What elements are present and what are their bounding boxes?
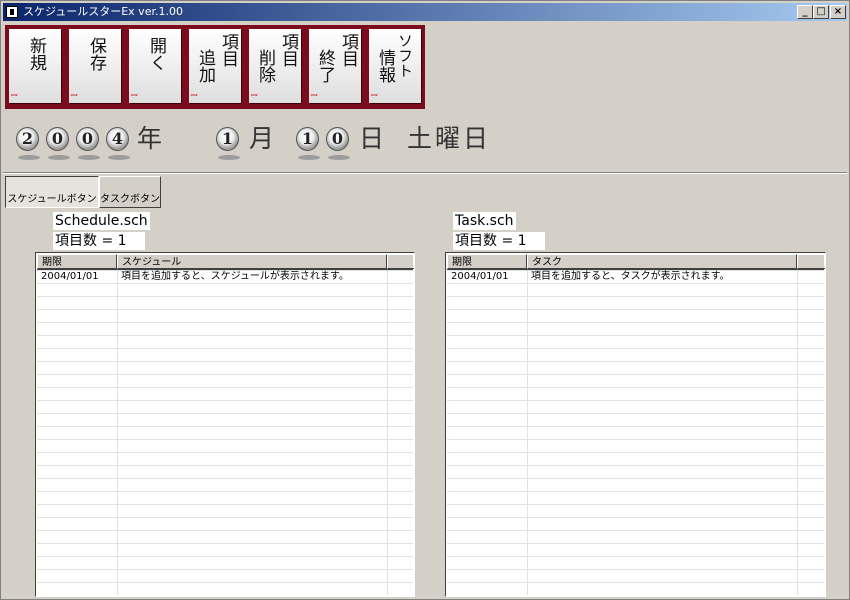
column-header-task[interactable]: タスク	[527, 254, 797, 269]
tab-schedule-label: スケジュールボタン	[7, 194, 97, 205]
year-digit: 0	[45, 125, 71, 160]
minimize-button[interactable]: _	[797, 5, 813, 19]
schedule-filename: Schedule.sch	[53, 212, 150, 230]
month-digit: 1	[215, 125, 241, 160]
column-divider	[387, 270, 388, 595]
tab-schedule[interactable]: スケジュールボタン	[5, 176, 99, 208]
task-list[interactable]: 期限 タスク 2004/01/01 項目を追加すると、タスクが表示されます。	[445, 252, 826, 597]
finish-item-button[interactable]: 項目 終了 ꟷ	[309, 29, 361, 103]
task-item-count: 項目数 = 1	[453, 232, 545, 250]
main-window: スケジュールスターEx ver.1.00 _ □ × 新規 ꟷ 保存 ꟷ 開く …	[0, 0, 850, 600]
year-digit: 2	[15, 125, 41, 160]
delete-item-button-line2: 削除	[255, 49, 275, 83]
column-divider	[527, 270, 528, 595]
task-row-deadline[interactable]: 2004/01/01	[447, 270, 531, 283]
year-digit: 4	[105, 125, 131, 160]
seal-icon: ꟷ	[11, 91, 18, 100]
column-divider	[117, 270, 118, 595]
tab-task-label: タスクボタン	[100, 194, 160, 205]
year-digit: 0	[75, 125, 101, 160]
task-list-header: 期限 タスク	[447, 254, 825, 270]
column-header-schedule[interactable]: スケジュール	[117, 254, 387, 269]
seal-icon: ꟷ	[311, 91, 318, 100]
task-list-body	[447, 270, 824, 595]
column-divider	[797, 270, 798, 595]
column-header-deadline[interactable]: 期限	[37, 254, 117, 269]
add-item-button-line1: 項目	[218, 33, 238, 67]
schedule-list[interactable]: 期限 スケジュール 2004/01/01 項目を追加すると、スケジュールが表示さ…	[35, 252, 415, 597]
day-digit: 0	[325, 125, 351, 160]
toolbar: 新規 ꟷ 保存 ꟷ 開く ꟷ 項目 追加 ꟷ 項目 削除 ꟷ 項目 終了 ꟷ ソ…	[5, 25, 425, 109]
task-filename: Task.sch	[453, 212, 516, 230]
schedule-list-header: 期限 スケジュール	[37, 254, 414, 270]
add-item-button-line2: 追加	[195, 49, 215, 83]
title-bar[interactable]: スケジュールスターEx ver.1.00 _ □ ×	[3, 3, 847, 21]
finish-item-button-line2: 終了	[315, 49, 335, 83]
schedule-row-text[interactable]: 項目を追加すると、スケジュールが表示されます。	[117, 270, 391, 283]
app-icon	[6, 6, 18, 18]
weekday: 土曜日	[407, 124, 492, 153]
delete-item-button[interactable]: 項目 削除 ꟷ	[249, 29, 301, 103]
task-row-text[interactable]: 項目を追加すると、タスクが表示されます。	[527, 270, 801, 283]
open-button-label: 開く	[146, 37, 166, 71]
add-item-button[interactable]: 項目 追加 ꟷ	[189, 29, 241, 103]
column-header-extra[interactable]	[387, 254, 414, 269]
date-display: 2 0 0 4 年 1 月 1 0 日 土曜日	[13, 125, 533, 165]
seal-icon: ꟷ	[71, 91, 78, 100]
seal-icon: ꟷ	[131, 91, 138, 100]
delete-item-button-line1: 項目	[278, 33, 298, 67]
seal-icon: ꟷ	[251, 91, 258, 100]
new-button[interactable]: 新規 ꟷ	[9, 29, 61, 103]
divider	[3, 172, 847, 174]
seal-icon: ꟷ	[191, 91, 198, 100]
maximize-button[interactable]: □	[813, 5, 829, 19]
day-unit: 日	[359, 124, 385, 153]
software-info-button[interactable]: ソフト 情報 ꟷ	[369, 29, 421, 103]
day-digit: 1	[295, 125, 321, 160]
schedule-list-body	[37, 270, 413, 595]
software-info-button-line1: ソフト	[396, 33, 414, 78]
save-button[interactable]: 保存 ꟷ	[69, 29, 121, 103]
month-unit: 月	[249, 124, 275, 153]
schedule-item-count: 項目数 = 1	[53, 232, 145, 250]
year-unit: 年	[137, 124, 163, 153]
finish-item-button-line1: 項目	[338, 33, 358, 67]
column-header-extra[interactable]	[797, 254, 825, 269]
software-info-button-line2: 情報	[375, 49, 395, 83]
new-button-label: 新規	[26, 37, 46, 71]
seal-icon: ꟷ	[371, 91, 378, 100]
column-header-deadline[interactable]: 期限	[447, 254, 527, 269]
save-button-label: 保存	[86, 37, 106, 71]
window-title: スケジュールスターEx ver.1.00	[23, 5, 183, 18]
tab-task[interactable]: タスクボタン	[99, 176, 161, 208]
close-button[interactable]: ×	[830, 5, 846, 19]
open-button[interactable]: 開く ꟷ	[129, 29, 181, 103]
schedule-row-deadline[interactable]: 2004/01/01	[37, 270, 121, 283]
